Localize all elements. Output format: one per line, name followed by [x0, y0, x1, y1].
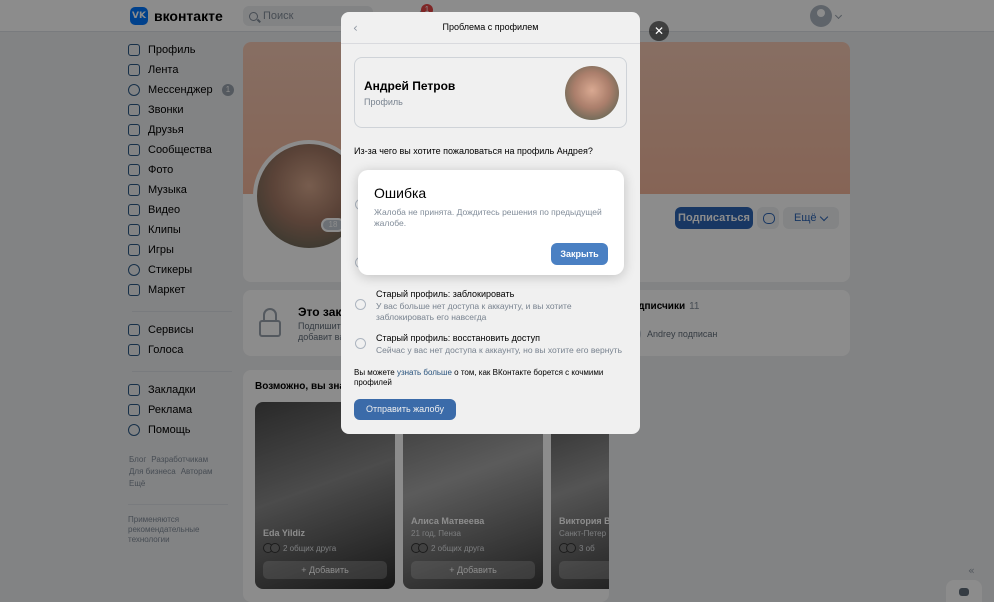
- error-dialog: Ошибка Жалоба не принята. Дождитесь реше…: [358, 170, 624, 275]
- close-icon[interactable]: ✕: [649, 21, 669, 41]
- error-message: Жалоба не принята. Дождитесь решения по …: [374, 207, 602, 228]
- close-button[interactable]: Закрыть: [551, 243, 608, 265]
- error-title: Ошибка: [374, 185, 427, 201]
